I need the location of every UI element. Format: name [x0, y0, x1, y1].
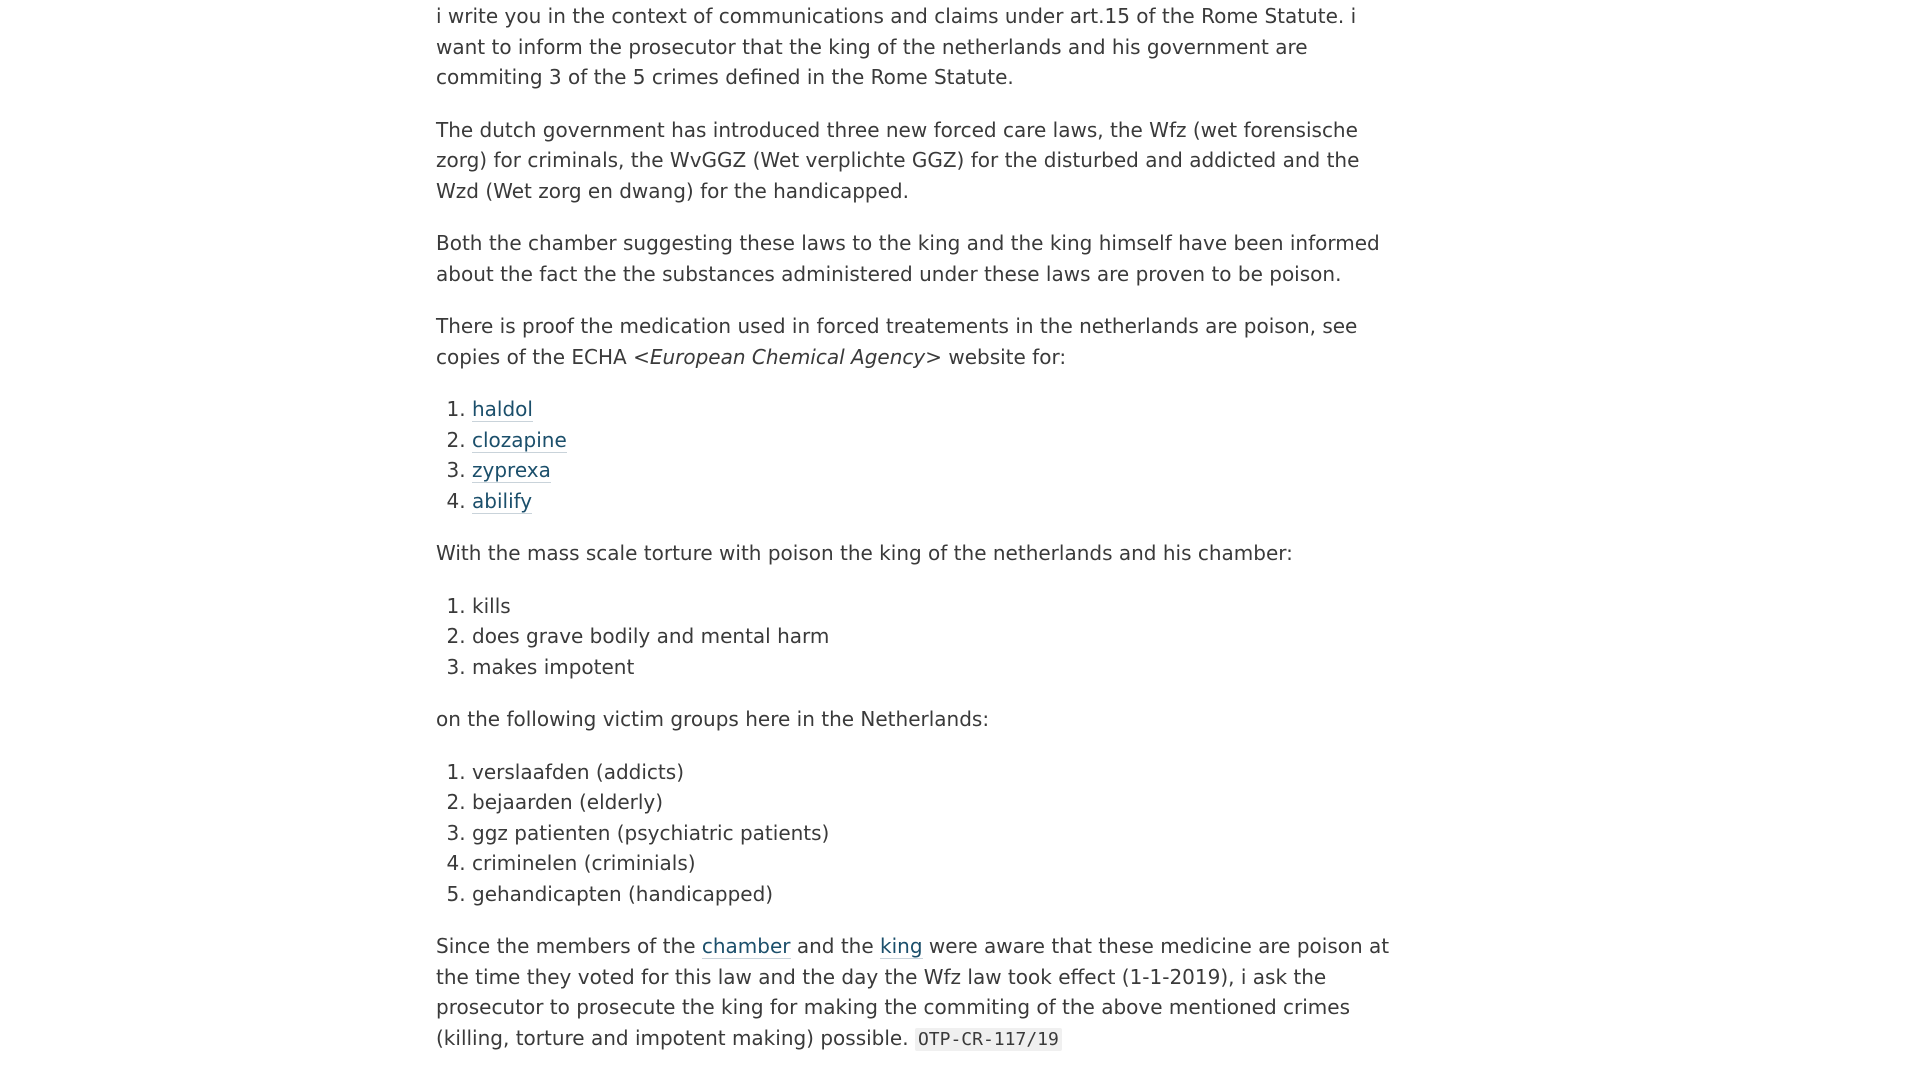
list-item: clozapine: [472, 425, 1404, 456]
medication-link-clozapine[interactable]: clozapine: [472, 427, 567, 453]
list-item: ggz patienten (psychiatric patients): [472, 818, 1404, 849]
proof-text-end: website for:: [941, 344, 1067, 369]
paragraph-proof: There is proof the medication used in fo…: [436, 311, 1404, 372]
medication-link-haldol[interactable]: haldol: [472, 397, 533, 422]
paragraph-laws: The dutch government has introduced thre…: [436, 117, 1360, 203]
case-reference-code: OTP-CR-117/19: [914, 1027, 1062, 1051]
king-link[interactable]: king: [880, 934, 923, 959]
echa-full-name: <European Chemical Agency>: [633, 344, 942, 369]
paragraph-request: Since the members of the chamber and the…: [436, 931, 1404, 1055]
list-item: haldol: [472, 394, 1404, 425]
list-item: criminelen (criminials): [472, 848, 1404, 879]
harm-list: kills does grave bodily and mental harm …: [436, 591, 1404, 683]
list-item: does grave bodily and mental harm: [472, 621, 1404, 652]
medication-list: haldol clozapine zyprexa abilify: [436, 394, 1404, 516]
paragraph-intro: i write you in the context of communicat…: [436, 4, 1357, 89]
medication-link-zyprexa[interactable]: zyprexa: [472, 458, 551, 483]
list-item: abilify: [472, 486, 1404, 517]
paragraph-torture: With the mass scale torture with poison …: [436, 541, 1293, 565]
list-item: zyprexa: [472, 455, 1404, 486]
article-body: i write you in the context of communicat…: [436, 1, 1404, 1077]
request-text-1: Since the members of the: [436, 934, 702, 958]
chamber-link[interactable]: chamber: [701, 934, 791, 959]
paragraph-victims-intro: on the following victim groups here in t…: [436, 707, 990, 731]
paragraph-informed: Both the chamber suggesting these laws t…: [436, 231, 1380, 286]
list-item: kills: [472, 591, 1404, 622]
victim-group-list: verslaafden (addicts) bejaarden (elderly…: [436, 757, 1404, 910]
list-item: verslaafden (addicts): [472, 757, 1404, 788]
medication-link-abilify[interactable]: abilify: [472, 488, 533, 514]
list-item: gehandicapten (handicapped): [472, 879, 1404, 910]
list-item: makes impotent: [472, 652, 1404, 683]
request-text-2: and the: [790, 934, 881, 958]
list-item: bejaarden (elderly): [472, 787, 1404, 818]
